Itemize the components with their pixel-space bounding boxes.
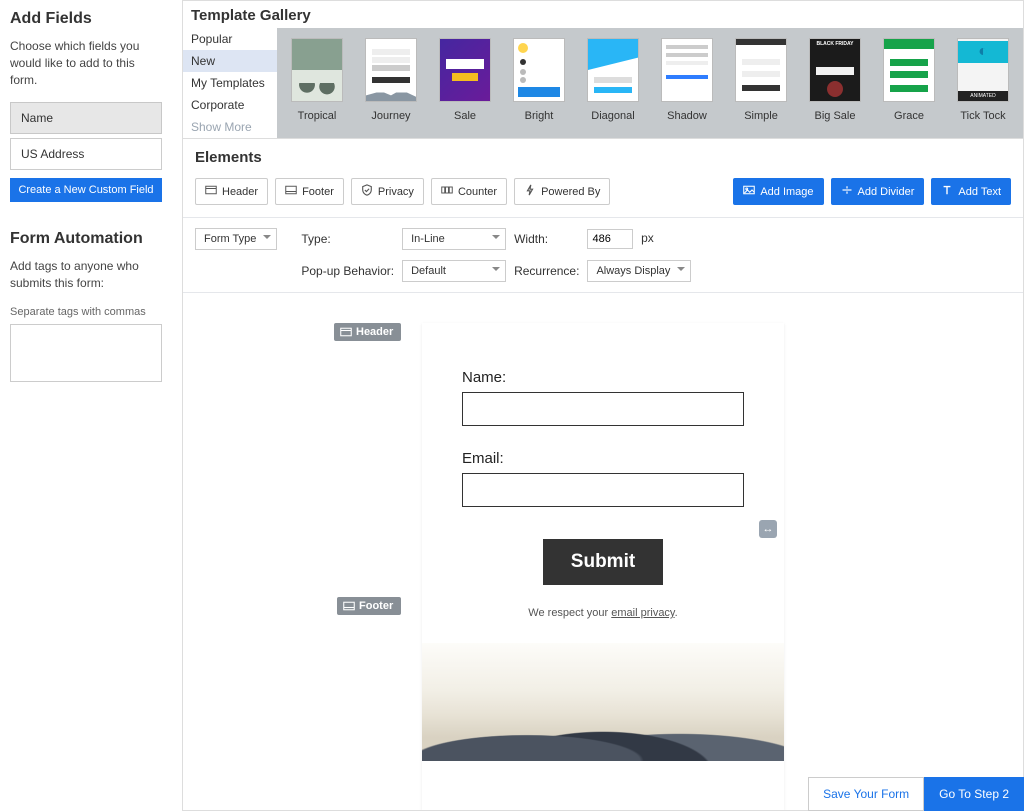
template-thumbnail — [365, 38, 417, 102]
width-unit: px — [641, 231, 654, 245]
template-label: Bright — [525, 110, 554, 122]
add-fields-desc: Choose which fields you would like to ad… — [10, 38, 162, 88]
header-tag[interactable]: Header — [334, 323, 401, 341]
recurrence-dropdown[interactable]: Always Display — [587, 260, 691, 282]
config-row: Form Type Type: In-Line Width: px Pop-up… — [183, 218, 1023, 293]
elements-toolbar: Header Footer Privacy Counter Powered By Add … — [183, 172, 1023, 218]
image-icon — [743, 184, 755, 199]
template-label: Shadow — [667, 110, 707, 122]
width-label: Width: — [514, 232, 579, 246]
template-tile[interactable]: Shadow — [657, 38, 717, 132]
template-nav-show-more[interactable]: Show More — [183, 116, 277, 138]
template-nav-item[interactable]: Popular — [183, 28, 277, 50]
template-thumbnail — [809, 38, 861, 102]
field-item[interactable]: US Address — [10, 138, 162, 170]
template-label: Tick Tock — [960, 110, 1005, 122]
privacy-link[interactable]: email privacy — [611, 607, 674, 619]
action-text-button[interactable]: Add Text — [931, 178, 1011, 205]
footer-icon — [343, 601, 355, 611]
form-automation-title: Form Automation — [10, 230, 162, 248]
main: Template Gallery PopularNewMy TemplatesC… — [182, 0, 1024, 811]
template-tile[interactable]: Big Sale — [805, 38, 865, 132]
template-gallery-nav: PopularNewMy TemplatesCorporateShow More — [183, 28, 277, 138]
template-thumbnail — [587, 38, 639, 102]
action-divider-button[interactable]: Add Divider — [831, 178, 925, 205]
template-thumbnail — [883, 38, 935, 102]
footer-tag[interactable]: Footer — [337, 597, 401, 615]
template-tile[interactable]: Bright — [509, 38, 569, 132]
template-tile[interactable]: Sale — [435, 38, 495, 132]
form-type-dropdown[interactable]: Form Type — [195, 228, 277, 250]
canvas: Header Footer Name: Email: Submit — [183, 293, 1023, 810]
template-label: Big Sale — [815, 110, 856, 122]
template-thumbnail — [291, 38, 343, 102]
form-preview[interactable]: Name: Email: Submit We respect your emai… — [422, 323, 784, 810]
template-label: Grace — [894, 110, 924, 122]
form-email-label: Email: — [462, 450, 744, 467]
privacy-text: We respect your email privacy. — [462, 607, 744, 619]
template-gallery-title: Template Gallery — [183, 1, 1023, 28]
template-label: Journey — [371, 110, 410, 122]
template-tile[interactable]: Tropical — [287, 38, 347, 132]
template-tile[interactable]: Tick Tock — [953, 38, 1013, 132]
form-footer-image — [422, 643, 784, 761]
template-tile[interactable]: Diagonal — [583, 38, 643, 132]
element-chip-header[interactable]: Header — [195, 178, 268, 205]
go-to-step-2-button[interactable]: Go To Step 2 — [924, 777, 1024, 811]
template-gallery-strip: Tropical Journey Sale Bright Diagonal Shadow S… — [277, 28, 1023, 138]
bolt-icon — [524, 184, 536, 199]
tags-help-text: Separate tags with commas — [10, 306, 162, 318]
header-icon — [205, 184, 217, 199]
popup-behavior-dropdown[interactable]: Default — [402, 260, 506, 282]
divider-icon — [841, 184, 853, 199]
template-label: Tropical — [298, 110, 337, 122]
header-icon — [340, 327, 352, 337]
form-name-label: Name: — [462, 369, 744, 386]
template-tile[interactable]: Grace — [879, 38, 939, 132]
width-input[interactable] — [587, 229, 633, 249]
template-label: Diagonal — [591, 110, 634, 122]
action-image-button[interactable]: Add Image — [733, 178, 823, 205]
form-automation-desc: Add tags to anyone who submits this form… — [10, 258, 162, 292]
tags-input[interactable] — [10, 324, 162, 382]
element-chip-footer[interactable]: Footer — [275, 178, 344, 205]
recurrence-label: Recurrence: — [514, 264, 579, 278]
form-submit-button[interactable]: Submit — [543, 539, 663, 585]
template-nav-item[interactable]: New — [183, 50, 277, 72]
resize-handle[interactable]: ↔ — [759, 520, 777, 538]
template-thumbnail — [439, 38, 491, 102]
element-chip-counter[interactable]: Counter — [431, 178, 507, 205]
counter-icon — [441, 184, 453, 199]
template-tile[interactable]: Journey — [361, 38, 421, 132]
template-label: Simple — [744, 110, 778, 122]
template-label: Sale — [454, 110, 476, 122]
type-label: Type: — [301, 232, 394, 246]
template-nav-item[interactable]: Corporate — [183, 94, 277, 116]
form-email-input[interactable] — [462, 473, 744, 507]
template-thumbnail — [513, 38, 565, 102]
elements-title: Elements — [183, 139, 1023, 172]
template-thumbnail — [957, 38, 1009, 102]
type-dropdown[interactable]: In-Line — [402, 228, 506, 250]
template-thumbnail — [661, 38, 713, 102]
footer-icon — [285, 184, 297, 199]
template-gallery: Template Gallery PopularNewMy TemplatesC… — [182, 0, 1024, 139]
save-form-button[interactable]: Save Your Form — [808, 777, 924, 811]
shield-icon — [361, 184, 373, 199]
popup-behavior-label: Pop-up Behavior: — [301, 264, 394, 278]
template-thumbnail — [735, 38, 787, 102]
template-nav-item[interactable]: My Templates — [183, 72, 277, 94]
text-icon — [941, 184, 953, 199]
add-fields-title: Add Fields — [10, 10, 162, 28]
form-name-input[interactable] — [462, 392, 744, 426]
element-chip-shield[interactable]: Privacy — [351, 178, 424, 205]
template-tile[interactable]: Simple — [731, 38, 791, 132]
element-chip-bolt[interactable]: Powered By — [514, 178, 610, 205]
elements-panel: Elements Header Footer Privacy Counter Power… — [182, 139, 1024, 811]
field-item[interactable]: Name — [10, 102, 162, 134]
sidebar: Add Fields Choose which fields you would… — [0, 0, 182, 811]
bottom-bar: Save Your Form Go To Step 2 — [808, 777, 1024, 811]
create-custom-field-button[interactable]: Create a New Custom Field — [10, 178, 162, 202]
